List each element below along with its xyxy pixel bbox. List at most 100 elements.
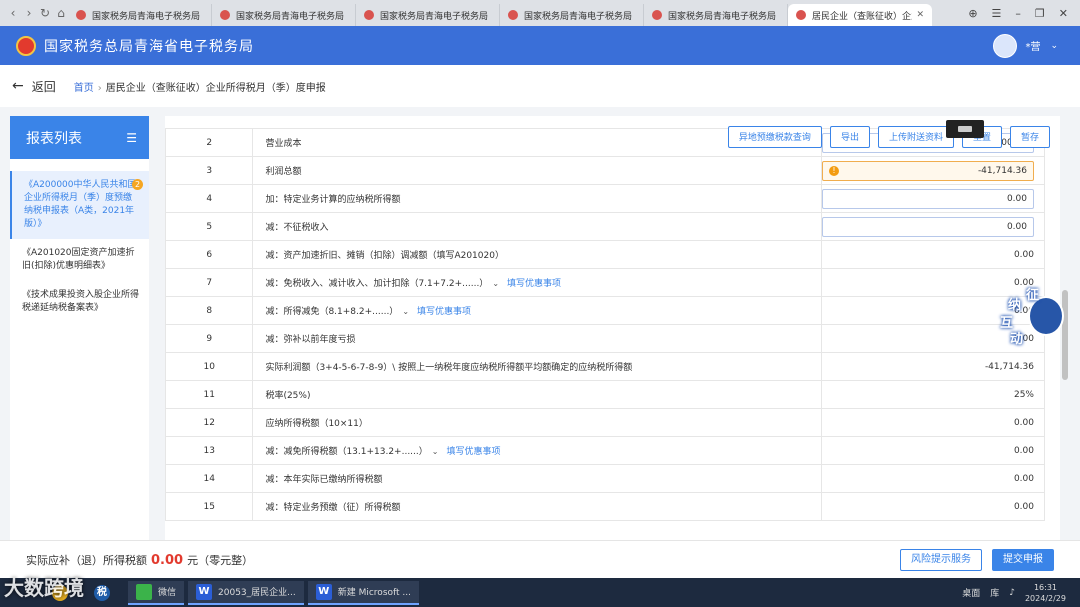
- browser-tab[interactable]: 国家税务局青海电子税务局: [644, 4, 788, 26]
- globe-icon[interactable]: ⊕: [968, 7, 977, 20]
- amount-input[interactable]: 0.00: [822, 188, 1034, 209]
- chevron-down-icon[interactable]: ⌄: [402, 307, 409, 316]
- table-row: 15 减：特定业务预缴（征）所得税额 0.00: [165, 492, 1046, 521]
- amount-value: 0.00: [1013, 445, 1034, 456]
- taskbar-app-word-2[interactable]: W 新建 Microsoft ...: [307, 580, 419, 605]
- menu-icon[interactable]: ☰: [992, 7, 1002, 20]
- row-value-cell[interactable]: 0.00: [820, 184, 1046, 213]
- word-icon: W: [196, 583, 213, 600]
- row-label-cell: 减：减免所得税额（13.1+13.2+......） ⌄ 填写优惠事项: [252, 436, 822, 465]
- row-label: 利润总额: [265, 167, 302, 177]
- amount-input-warning[interactable]: ! -41,714.36: [822, 160, 1034, 181]
- mascot-text: 纳: [1008, 298, 1022, 313]
- table-row: 5 减：不征税收入 0.00: [165, 212, 1046, 241]
- taskbar-app-word-1[interactable]: W 20053_居民企业...: [188, 580, 304, 605]
- tax-interaction-mascot[interactable]: 征 纳 互 动: [998, 284, 1070, 347]
- tax-app-icon: 税: [94, 584, 110, 601]
- sidebar-header: 报表列表 ☰: [10, 116, 149, 159]
- watermark: 大数跨境: [4, 576, 84, 600]
- row-value-cell: -41,714.36: [820, 352, 1046, 381]
- fill-preferential-link[interactable]: 填写优惠事项: [446, 447, 500, 457]
- sidebar-item-tech-investment[interactable]: 《技术成果投资入股企业所得税递延纳税备案表》: [10, 281, 149, 323]
- user-menu[interactable]: *营 ⌄: [993, 33, 1058, 58]
- user-name: *营: [1025, 42, 1041, 53]
- amount-input[interactable]: 0.00: [822, 216, 1034, 237]
- row-label: 实际利润额（3+4-5-6-7-8-9）\ 按照上一纳税年度应纳税所得额平均额确…: [265, 363, 633, 373]
- chevron-down-icon[interactable]: ⌄: [492, 279, 499, 288]
- table-row: 4 加：特定业务计算的应纳税所得额 0.00: [165, 184, 1046, 213]
- row-label-cell: 利润总额: [252, 156, 822, 185]
- declaration-table: 2营业成本550,000.003利润总额!-41,714.364加：特定业务计算…: [165, 128, 1046, 521]
- tray-library[interactable]: 库: [990, 586, 999, 599]
- export-button[interactable]: 导出: [829, 126, 870, 148]
- table-row: 6 减：资产加速折旧、摊销（扣除）调减额（填写A201020） 0.00: [165, 240, 1046, 269]
- browser-tab[interactable]: 国家税务局青海电子税务局: [68, 4, 212, 26]
- wechat-icon: [136, 583, 152, 600]
- back-arrow-icon: ←: [12, 78, 24, 94]
- sidebar-item-a200000[interactable]: 《A200000中华人民共和国企业所得税月（季）度预缴纳税申报表（A类，2021…: [10, 171, 149, 239]
- site-title: 国家税务总局青海省电子税务局: [44, 38, 254, 55]
- row-value-cell: 0.00: [820, 464, 1046, 493]
- row-value-cell[interactable]: ! -41,714.36: [820, 156, 1046, 185]
- risk-prompt-button[interactable]: 风险提示服务: [900, 548, 982, 571]
- remote-prepaid-query-button[interactable]: 异地预缴税款查询: [727, 126, 822, 148]
- reload-icon[interactable]: ↻: [38, 4, 52, 22]
- fill-preferential-link[interactable]: 填写优惠事项: [507, 279, 561, 289]
- row-label-cell: 税率(25%): [252, 380, 822, 409]
- tax-favicon-icon: [652, 10, 662, 20]
- table-row: 9 减：弥补以前年度亏损 0.00: [165, 324, 1046, 353]
- chevron-down-icon[interactable]: ⌄: [432, 447, 439, 456]
- chevron-down-icon[interactable]: ⌄: [1050, 41, 1058, 51]
- taskbar-tax-app[interactable]: 税: [86, 581, 124, 605]
- row-value-cell[interactable]: 0.00: [820, 212, 1046, 241]
- clock[interactable]: 16:31 2024/2/29: [1025, 582, 1066, 604]
- submit-declaration-button[interactable]: 提交申报: [992, 548, 1054, 571]
- amount-value: 0.00: [1013, 501, 1034, 512]
- row-label: 税率(25%): [265, 391, 311, 401]
- close-window-icon[interactable]: ✕: [1059, 7, 1068, 20]
- upload-attachments-button[interactable]: 上传附送资料: [877, 126, 954, 148]
- back-label: 返回: [31, 79, 56, 94]
- row-number: 2: [165, 128, 254, 157]
- table-row: 12 应纳所得税额（10×11） 0.00: [165, 408, 1046, 437]
- tax-favicon-icon: [220, 10, 230, 20]
- amount-value: 25%: [1013, 389, 1034, 400]
- restore-icon[interactable]: ❐: [1035, 7, 1045, 20]
- form-toolbar: 异地预缴税款查询 导出 上传附送资料 重置 暂存: [727, 120, 1050, 148]
- speaker-icon[interactable]: ♪: [1009, 588, 1015, 598]
- footer-actions: 风险提示服务 提交申报: [900, 548, 1054, 571]
- browser-tab[interactable]: 国家税务局青海电子税务局: [500, 4, 644, 26]
- minimize-icon[interactable]: –: [1015, 7, 1021, 20]
- taskbar-app-label: 微信: [158, 588, 177, 598]
- row-label-cell: 实际利润额（3+4-5-6-7-8-9）\ 按照上一纳税年度应纳税所得额平均额确…: [252, 352, 822, 381]
- forward-arrow-icon[interactable]: ›: [22, 4, 36, 22]
- taskbar-app-wechat[interactable]: 微信: [128, 580, 185, 605]
- tray-desktop[interactable]: 桌面: [962, 586, 980, 599]
- home-icon[interactable]: ⌂: [54, 4, 68, 22]
- avatar[interactable]: [993, 33, 1018, 58]
- table-row: 14 减：本年实际已缴纳所得税额 0.00: [165, 464, 1046, 493]
- fill-preferential-link[interactable]: 填写优惠事项: [417, 307, 471, 317]
- breadcrumb-home-link[interactable]: 首页: [74, 83, 94, 94]
- tax-payable-label: 实际应补（退）所得税额: [26, 553, 147, 567]
- row-label-cell: 加：特定业务计算的应纳税所得额: [252, 184, 822, 213]
- close-tab-icon[interactable]: ✕: [916, 10, 924, 20]
- table-row: 10 实际利润额（3+4-5-6-7-8-9）\ 按照上一纳税年度应纳税所得额平均…: [165, 352, 1046, 381]
- browser-tab-active[interactable]: 居民企业（查账征收）企业所✕: [788, 4, 932, 26]
- browser-tab[interactable]: 国家税务局青海电子税务局: [212, 4, 356, 26]
- row-number: 8: [165, 296, 254, 325]
- save-draft-button[interactable]: 暂存: [1009, 126, 1050, 148]
- back-arrow-icon[interactable]: ‹: [6, 4, 20, 22]
- tax-emblem-icon: [16, 35, 36, 56]
- amount-value: -41,714.36: [977, 165, 1027, 176]
- row-label: 减：本年实际已缴纳所得税额: [265, 475, 383, 485]
- row-number: 10: [165, 352, 254, 381]
- breadcrumb-separator: ›: [97, 82, 102, 94]
- back-button[interactable]: ← 返回: [12, 78, 56, 95]
- sidebar-item-a201020[interactable]: 《A201020固定资产加速折旧(扣除)优惠明细表》: [10, 239, 149, 281]
- list-toggle-icon[interactable]: ☰: [126, 131, 137, 145]
- row-label-cell: 减：弥补以前年度亏损: [252, 324, 822, 353]
- status-badge: 2: [132, 179, 143, 190]
- browser-tab[interactable]: 国家税务局青海电子税务局: [356, 4, 500, 26]
- row-label-cell: 减：资产加速折旧、摊销（扣除）调减额（填写A201020）: [252, 240, 822, 269]
